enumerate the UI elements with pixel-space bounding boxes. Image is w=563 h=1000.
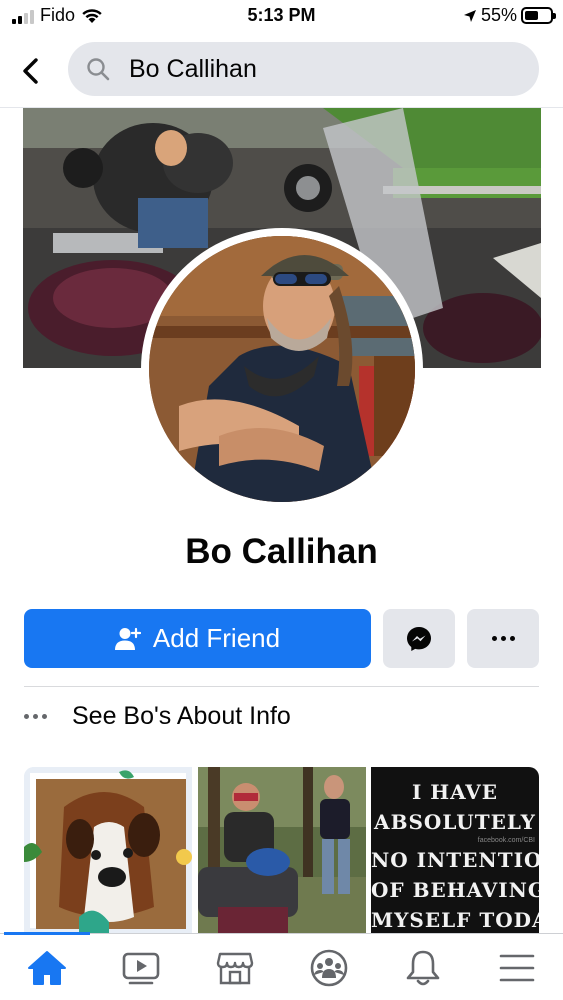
meme-line-1: I HAVE: [411, 780, 499, 804]
photo-thumbnail-bikers[interactable]: [198, 767, 366, 934]
marketplace-icon: [216, 952, 254, 985]
chevron-left-icon: [23, 58, 38, 84]
bikers-photo-image: [198, 767, 366, 934]
home-icon: [28, 951, 66, 985]
search-bar[interactable]: Bo Callihan: [68, 42, 539, 96]
battery-icon: [521, 7, 556, 24]
meme-watermark: facebook.com/CBI: [477, 837, 535, 844]
more-horizontal-icon: [24, 713, 72, 719]
add-friend-label: Add Friend: [152, 623, 281, 653]
meme-text: I HAVE ABSOLUTELY facebook.com/CBI NO IN…: [371, 777, 539, 934]
person-add-icon: [114, 627, 141, 650]
photo-thumbnail-meme[interactable]: I HAVE ABSOLUTELY facebook.com/CBI NO IN…: [371, 767, 539, 934]
puppy-photo-image: [24, 767, 192, 934]
bottom-tab-bar: [0, 932, 563, 1000]
see-about-info-row[interactable]: See Bo's About Info: [24, 696, 539, 736]
section-divider: [24, 686, 539, 687]
active-tab-indicator: [4, 932, 90, 935]
hamburger-menu-icon: [499, 954, 535, 982]
meme-line-2: ABSOLUTELY: [374, 810, 536, 834]
profile-picture[interactable]: [149, 236, 415, 502]
tab-watch[interactable]: [117, 946, 165, 990]
tab-home[interactable]: [23, 946, 71, 990]
video-icon: [122, 952, 160, 985]
tab-notifications[interactable]: [399, 946, 447, 990]
status-bar-right: 55%: [463, 5, 556, 26]
search-query[interactable]: Bo Callihan: [129, 55, 257, 84]
battery-level: [525, 11, 538, 20]
tab-menu[interactable]: [493, 946, 541, 990]
meme-line-5: MYSELF TODAY: [371, 908, 539, 932]
search-icon: [87, 58, 110, 81]
tab-groups[interactable]: [305, 946, 353, 990]
location-arrow-icon: [463, 9, 476, 22]
see-about-info-label: See Bo's About Info: [72, 701, 291, 730]
more-horizontal-icon: [491, 636, 497, 641]
profile-name: Bo Callihan: [185, 532, 378, 571]
meme-line-3: NO INTENTION: [371, 848, 539, 872]
search-header: Bo Callihan: [0, 34, 563, 108]
battery-percent: 55%: [480, 5, 517, 25]
meme-line-4: OF BEHAVING: [371, 878, 539, 902]
photo-thumbnail-puppy[interactable]: [24, 767, 192, 934]
status-bar: Fido 5:13 PM 55%: [0, 0, 563, 34]
message-button[interactable]: [383, 609, 455, 668]
groups-icon: [310, 949, 348, 987]
back-button[interactable]: [14, 54, 48, 88]
add-friend-button[interactable]: Add Friend: [24, 609, 371, 668]
more-options-button[interactable]: [467, 609, 539, 668]
bell-icon: [406, 950, 440, 986]
messenger-icon: [407, 626, 431, 651]
photo-grid: I HAVE ABSOLUTELY facebook.com/CBI NO IN…: [24, 767, 539, 934]
profile-picture-image: [149, 236, 415, 502]
tab-marketplace[interactable]: [211, 946, 259, 990]
